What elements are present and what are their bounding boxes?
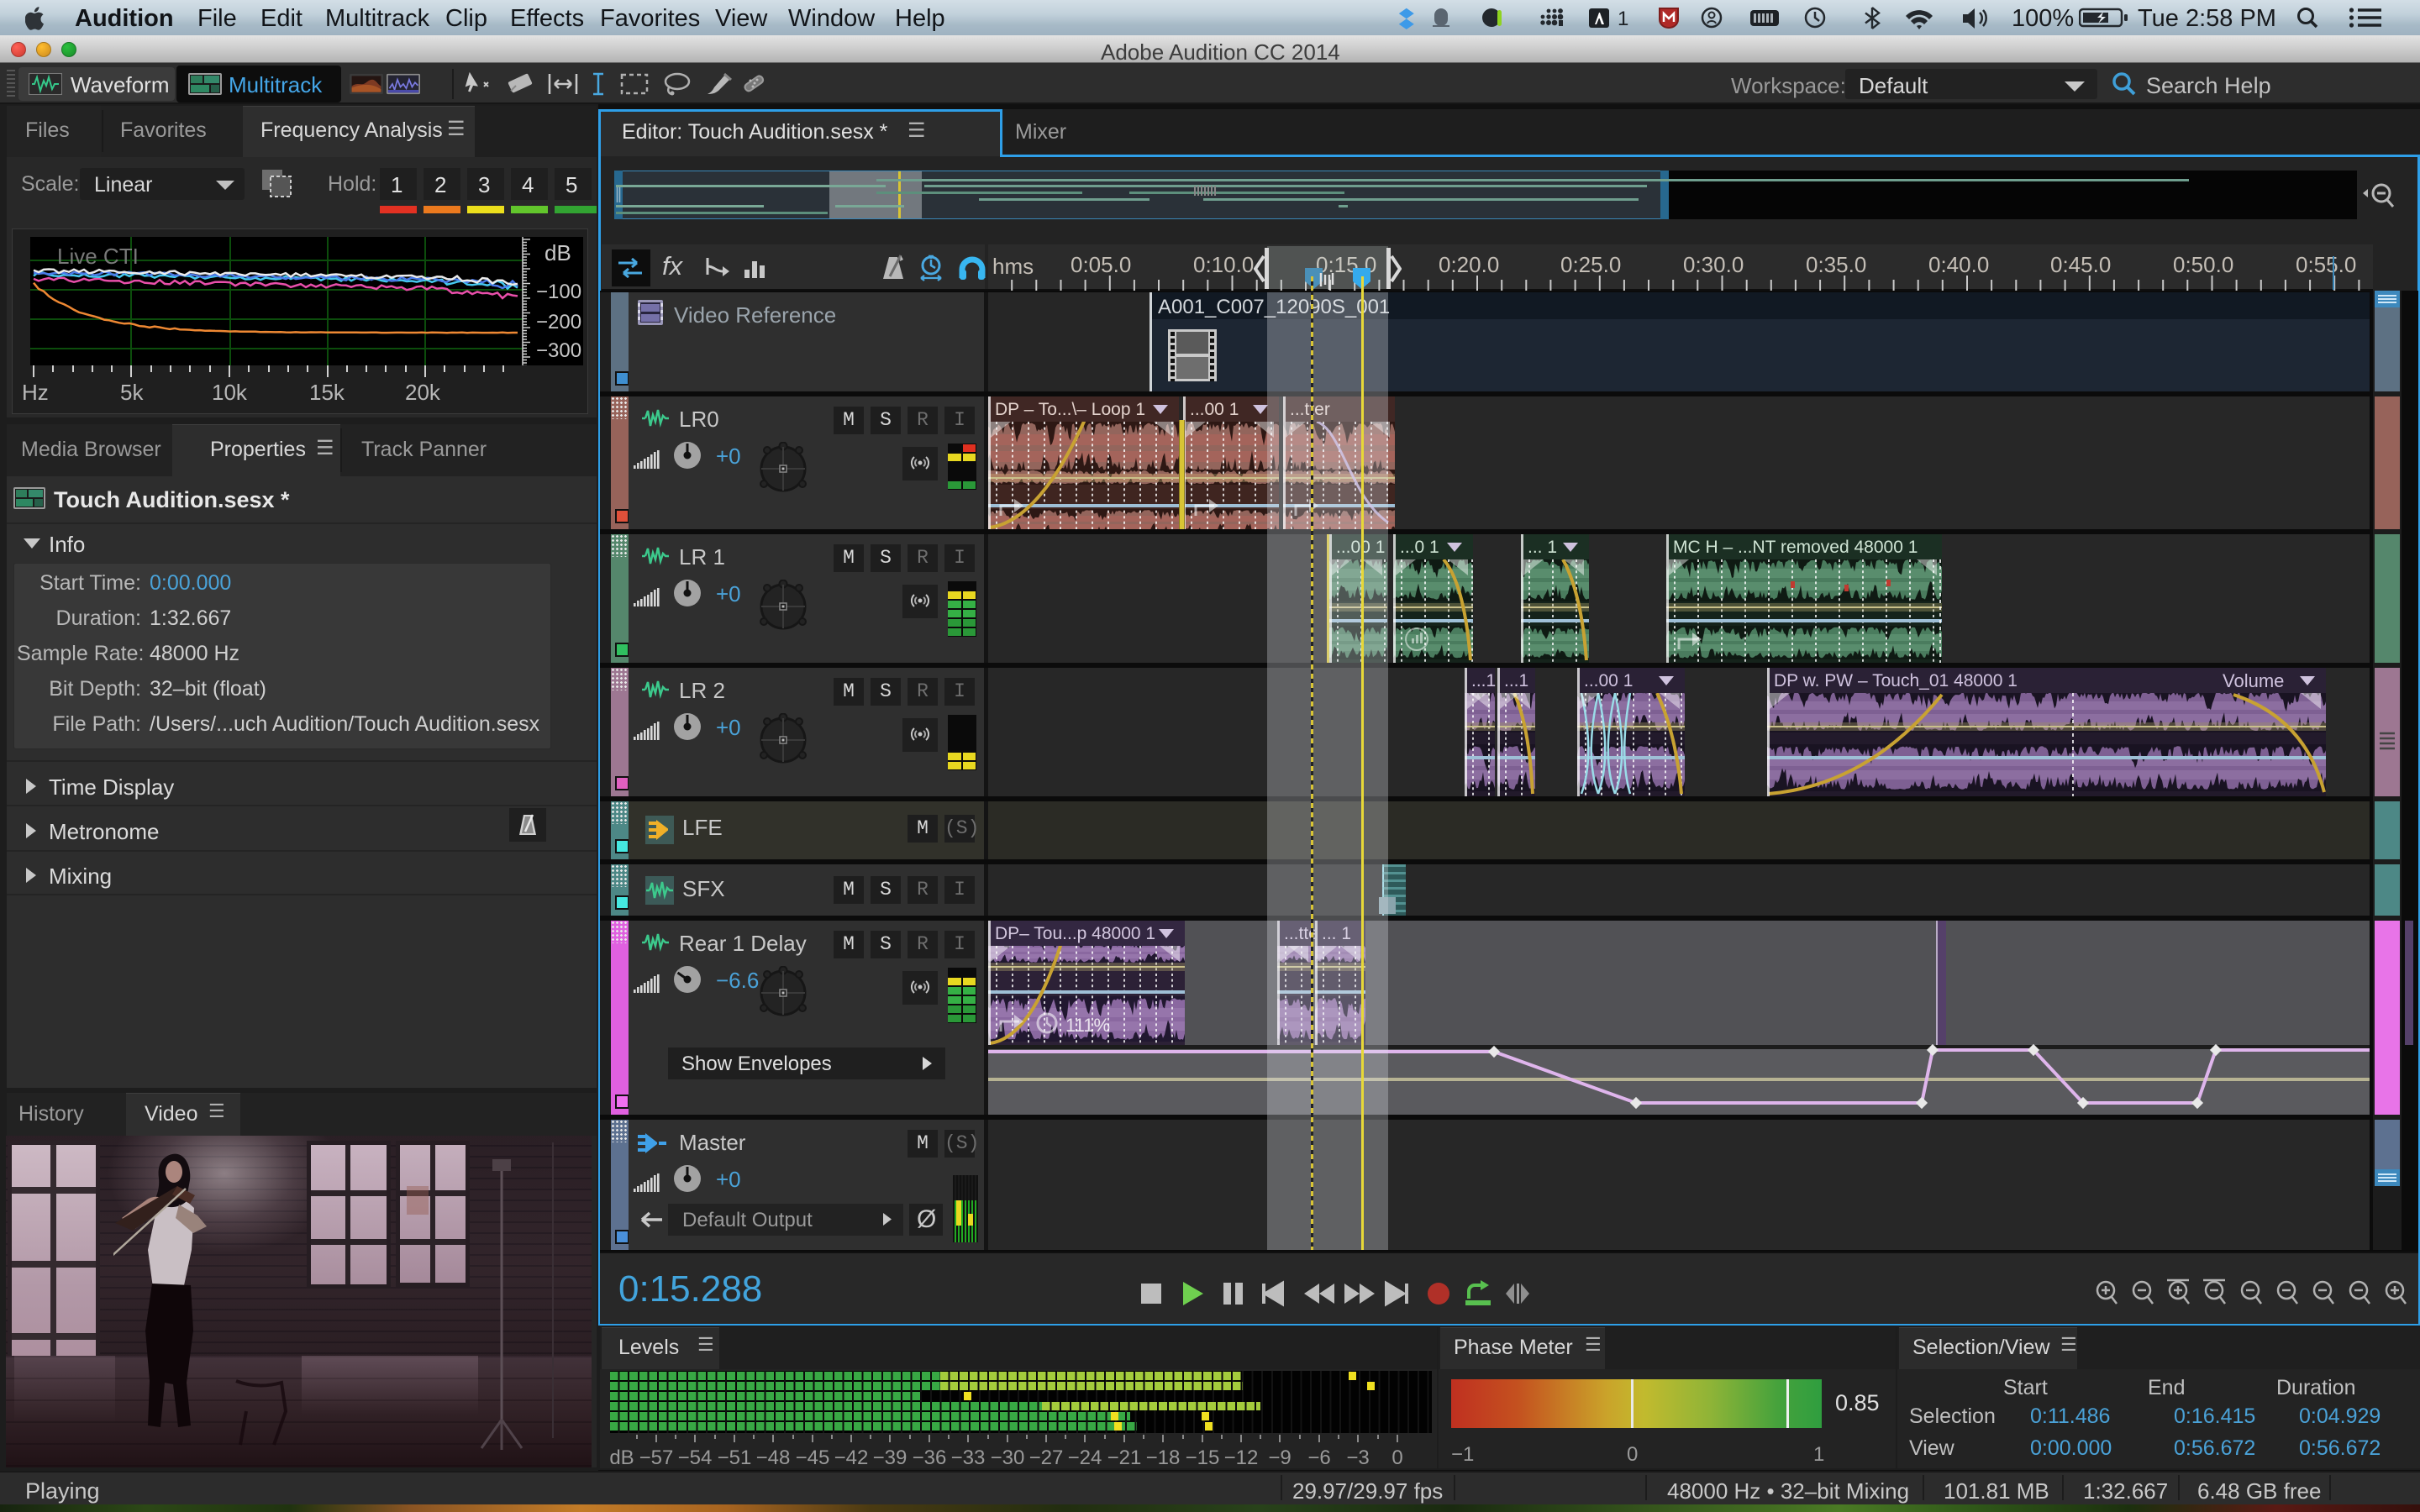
svg-text:1: 1 — [1618, 8, 1628, 30]
